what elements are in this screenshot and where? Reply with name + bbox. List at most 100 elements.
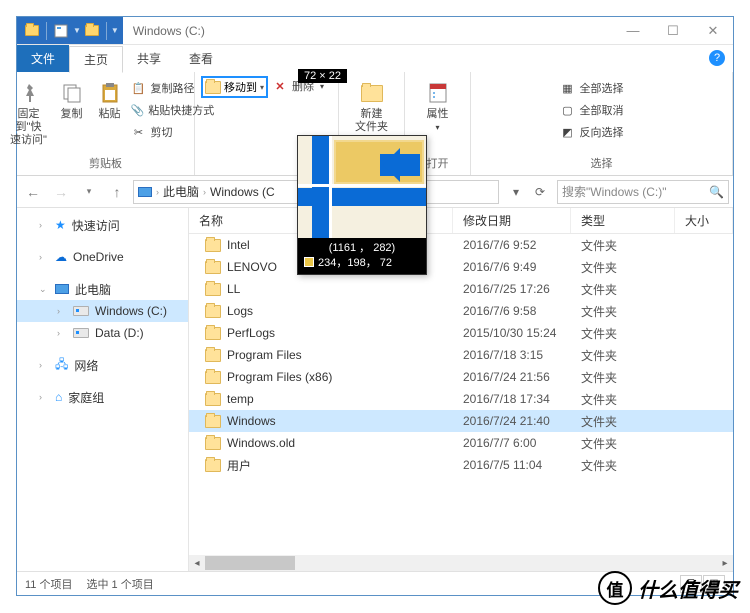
file-type: 文件夹 [571,325,675,342]
search-icon: 🔍 [709,185,724,199]
file-date: 2016/7/18 3:15 [453,348,571,362]
table-row[interactable]: Windows2016/7/24 21:40文件夹 [189,410,733,432]
folder-icon [205,349,221,362]
sidebar-onedrive[interactable]: ›☁OneDrive [17,246,188,268]
sidebar-drive-d[interactable]: ›Data (D:) [17,322,188,344]
file-name: Logs [227,304,253,318]
shortcut-icon: 📎 [131,102,145,118]
table-row[interactable]: LL2016/7/25 17:26文件夹 [189,278,733,300]
folder-icon [205,459,221,472]
tab-view[interactable]: 查看 [175,45,227,72]
ribbon-tabs: 文件 主页 共享 查看 ? [17,45,733,72]
paste-shortcut-button[interactable]: 📎粘贴快捷方式 [131,100,205,120]
breadcrumb-segment[interactable]: Windows (C [210,185,275,199]
file-name: Intel [227,238,250,252]
watermark-text: 什么值得买 [638,574,738,603]
table-row[interactable]: PerfLogs2015/10/30 15:24文件夹 [189,322,733,344]
qat-properties-icon[interactable] [52,22,70,40]
sidebar-homegroup[interactable]: ›⌂家庭组 [17,386,188,408]
scroll-thumb[interactable] [205,556,295,570]
table-row[interactable]: Logs 2016/7/6 9:58文件夹 [189,300,733,322]
folder-icon [205,283,221,296]
minimize-button[interactable]: — [613,17,653,44]
tab-file[interactable]: 文件 [17,45,69,72]
properties-icon [425,80,451,106]
folder-icon [205,415,221,428]
column-size[interactable]: 大小 [675,208,733,233]
table-row[interactable]: Windows.old2016/7/7 6:00文件夹 [189,432,733,454]
drive-icon [73,306,89,316]
file-type: 文件夹 [571,435,675,452]
selectnone-icon: ▢ [560,102,576,118]
table-row[interactable]: Intel2016/7/6 9:52文件夹 [189,234,733,256]
search-input[interactable]: 搜索"Windows (C:)" 🔍 [557,180,729,204]
close-button[interactable]: ✕ [693,17,733,44]
file-name: temp [227,392,254,406]
sidebar-quickaccess[interactable]: ›★快速访问 [17,214,188,236]
group-label-select: 选择 [591,155,613,171]
properties-button[interactable]: 属性 ▾ [413,76,463,134]
column-date[interactable]: 修改日期 [453,208,571,233]
table-row[interactable]: LENOVO2016/7/6 9:49文件夹 [189,256,733,278]
file-type: 文件夹 [571,369,675,386]
group-label-clipboard: 剪贴板 [89,155,122,171]
maximize-button[interactable]: ☐ [653,17,693,44]
color-swatch-icon [304,257,314,267]
horizontal-scrollbar[interactable]: ◂ ▸ [189,555,733,571]
app-icon [23,22,41,40]
paste-button[interactable]: 粘贴 [93,76,127,121]
chevron-down-icon: ▾ [260,83,264,92]
refresh-button[interactable]: ⟳ [529,181,551,203]
qat-newfolder-icon[interactable] [83,22,101,40]
select-all-button[interactable]: ▦全部选择 [560,78,644,98]
select-none-button[interactable]: ▢全部取消 [560,100,644,120]
cut-button[interactable]: ✂剪切 [131,122,205,142]
pin-icon [16,80,42,106]
file-name: LENOVO [227,260,277,274]
copy-path-button[interactable]: 📋复制路径 [131,78,205,98]
breadcrumb-segment[interactable]: 此电脑 [163,183,199,200]
qat-customize-icon[interactable]: ▼ [111,26,119,35]
titlebar: ▼ ▼ Windows (C:) — ☐ ✕ [17,17,733,45]
table-row[interactable]: Program Files2016/7/18 3:15文件夹 [189,344,733,366]
copy-button[interactable]: 复制 [55,76,89,121]
folder-icon [205,261,221,274]
explorer-window: ▼ ▼ Windows (C:) — ☐ ✕ 文件 主页 共享 查看 ? 固定到… [16,16,734,596]
quick-access-toolbar: ▼ ▼ [17,17,123,44]
pin-to-quickaccess-button[interactable]: 固定到"快 速访问" [7,76,51,147]
column-type[interactable]: 类型 [571,208,675,233]
pc-icon [55,284,69,294]
navigation-pane: ›★快速访问 ›☁OneDrive ⌄此电脑 ›Windows (C:) ›Da… [17,208,189,571]
tab-home[interactable]: 主页 [69,46,123,73]
up-button[interactable]: ↑ [105,180,129,204]
sidebar-thispc[interactable]: ⌄此电脑 [17,278,188,300]
file-date: 2016/7/5 11:04 [453,458,571,472]
recent-locations-button[interactable]: ▾ [77,180,101,204]
table-row[interactable]: temp2016/7/18 17:34文件夹 [189,388,733,410]
scroll-left-button[interactable]: ◂ [189,555,205,571]
help-icon[interactable]: ? [709,50,725,66]
breadcrumb-dropdown-button[interactable]: ▾ [505,181,527,203]
copy-icon [59,80,85,106]
table-row[interactable]: 用户2016/7/5 11:04文件夹 [189,454,733,476]
file-date: 2016/7/18 17:34 [453,392,571,406]
invert-icon: ◩ [560,124,576,140]
file-name: Program Files [227,348,302,362]
scroll-right-button[interactable]: ▸ [717,555,733,571]
forward-button[interactable]: → [49,180,73,204]
new-folder-button[interactable]: 新建 文件夹 [347,76,397,134]
invert-selection-button[interactable]: ◩反向选择 [560,122,644,142]
file-date: 2016/7/6 9:58 [453,304,571,318]
back-button[interactable]: ← [21,180,45,204]
sidebar-drive-c[interactable]: ›Windows (C:) [17,300,188,322]
folder-icon [205,305,221,318]
file-type: 文件夹 [571,457,675,474]
file-name: Windows.old [227,436,295,450]
tab-share[interactable]: 共享 [123,45,175,72]
file-type: 文件夹 [571,303,675,320]
file-date: 2015/10/30 15:24 [453,326,571,340]
sidebar-network[interactable]: ›🖧网络 [17,354,188,376]
table-row[interactable]: Program Files (x86)2016/7/24 21:56文件夹 [189,366,733,388]
group-label-open: 打开 [427,155,449,171]
move-to-button[interactable]: 移动到 ▾ [201,76,268,98]
